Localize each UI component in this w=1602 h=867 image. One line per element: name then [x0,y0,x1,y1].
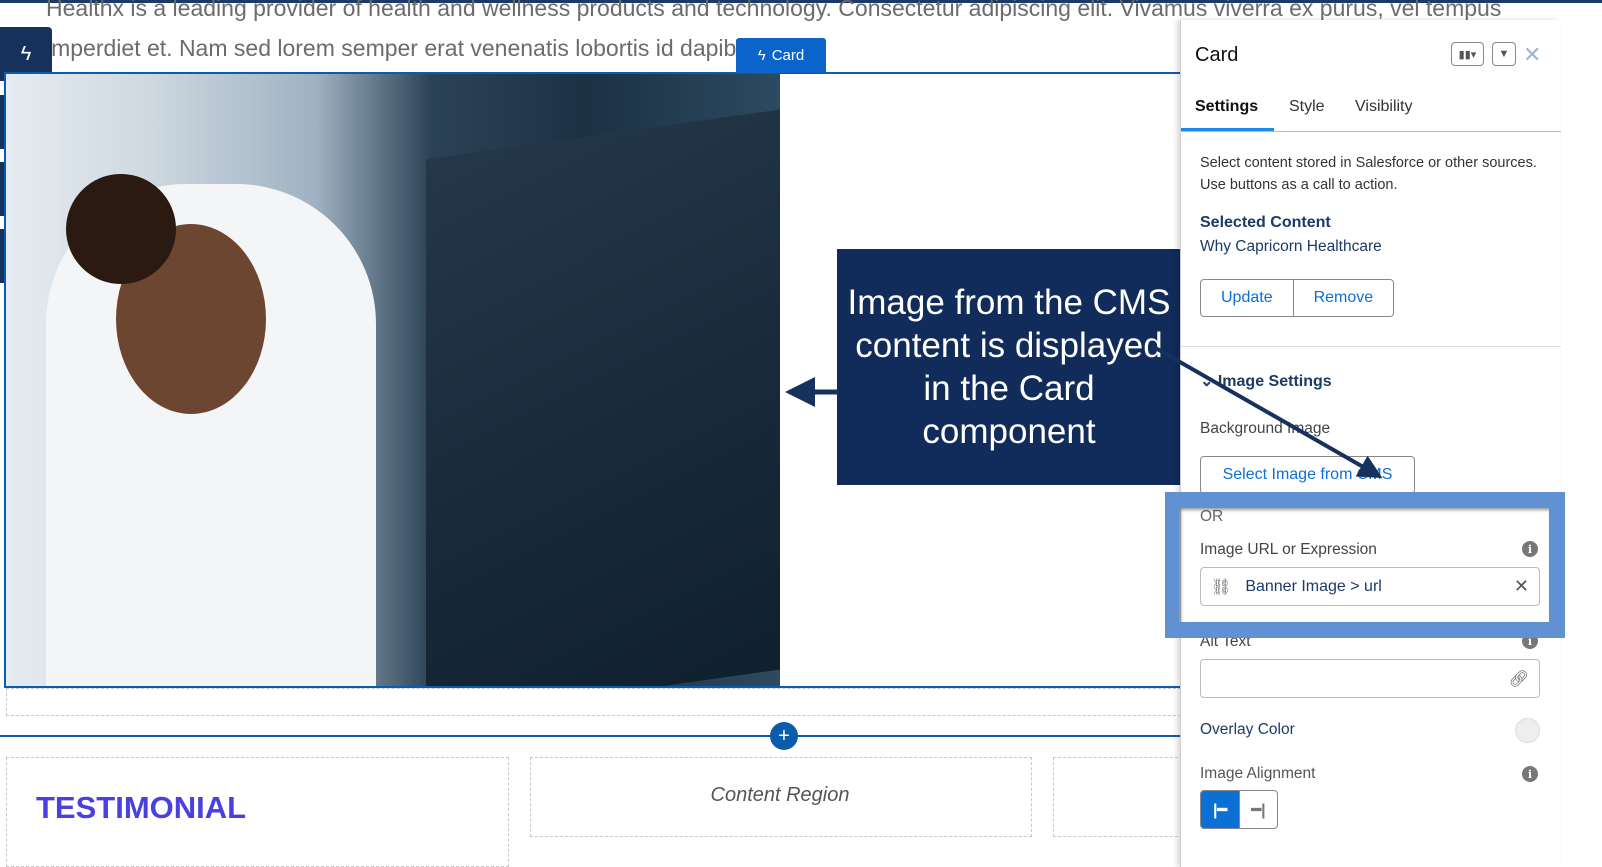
alt-text-input[interactable]: 🔗︎ [1200,659,1540,698]
tab-style[interactable]: Style [1289,98,1325,116]
image-alignment-group: |━ ━| [1200,790,1278,829]
property-panel: Card ▮▮▾ ▼ ✕ Settings Style Visibility S… [1180,20,1561,867]
tab-settings[interactable]: Settings [1195,98,1258,116]
active-tab-indicator [1181,128,1274,131]
update-button[interactable]: Update [1201,280,1293,316]
content-region-label: Content Region [710,784,850,806]
chevron-down-icon: ▼ [1498,48,1510,60]
remove-button[interactable]: Remove [1292,280,1394,316]
highlight-box [1165,492,1565,638]
section-divider [0,735,1190,737]
image-alignment-label: Image Alignment [1200,765,1316,782]
component-variant-button[interactable]: ▮▮▾ [1451,42,1484,66]
tab-visibility[interactable]: Visibility [1355,98,1413,116]
add-section-button[interactable]: + [770,722,798,750]
column-region[interactable] [1053,757,1193,837]
align-right-button[interactable]: ━| [1239,791,1277,828]
info-icon[interactable]: i [1522,766,1538,782]
chevron-down-icon: ⌄ [1200,373,1218,390]
image-settings-toggle[interactable]: ⌄ Image Settings [1200,371,1332,391]
panel-title: Card [1195,44,1239,66]
lightning-icon: ϟ [20,42,32,65]
selected-content-label: Selected Content [1200,214,1331,231]
cards-icon: ▮▮▾ [1458,48,1477,61]
panel-menu-button[interactable]: ▼ [1492,42,1516,66]
align-left-button[interactable]: |━ [1201,791,1239,828]
panel-description: Select content stored in Salesforce or o… [1200,155,1537,193]
close-icon[interactable]: ✕ [1523,42,1541,68]
doctor-hair [66,174,176,284]
plus-icon: + [778,724,790,747]
panel-tabs: Settings Style Visibility [1181,98,1561,132]
overlay-color-swatch[interactable] [1515,718,1540,743]
testimonial-heading: TESTIMONIAL [36,790,247,825]
overlay-color-label: Overlay Color [1200,721,1295,738]
divider [1181,346,1561,347]
select-image-from-cms-button[interactable]: Select Image from CMS [1200,456,1415,494]
align-right-icon: ━| [1251,801,1266,819]
image-settings-label: Image Settings [1217,373,1332,390]
background-image-label: Background Image [1200,420,1331,437]
link-icon[interactable]: 🔗︎ [1509,669,1529,689]
card-tag[interactable]: ϟ Card [736,38,826,73]
selected-content-value[interactable]: Why Capricorn Healthcare [1200,238,1382,256]
align-left-icon: |━ [1212,801,1228,819]
callout-box: Image from the CMS content is displayed … [837,249,1181,485]
card-image [6,74,780,686]
card-tag-label: Card [771,47,805,64]
lightning-icon: ϟ [757,47,766,64]
content-button-group: Update Remove [1200,279,1395,317]
section-outline [6,688,1186,716]
mri-screen [426,108,780,686]
